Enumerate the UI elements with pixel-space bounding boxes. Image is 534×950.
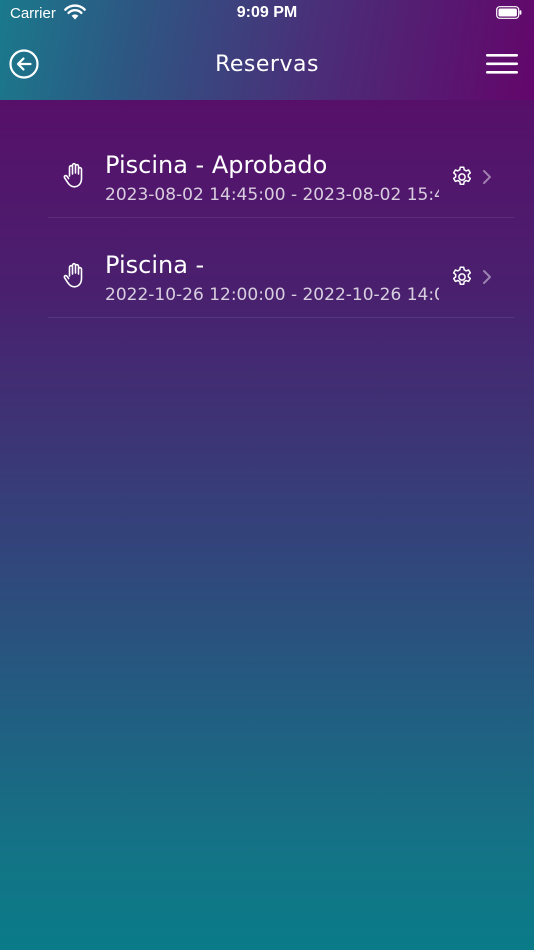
hand-icon: [63, 262, 83, 288]
chevron-right-icon: [483, 170, 491, 184]
navigation-bar: Carrier 9:09 PM Reservas: [0, 0, 534, 100]
reservation-row[interactable]: Piscina - 2022-10-26 12:00:00 - 2022-10-…: [0, 218, 534, 318]
reservations-list: Piscina - Aprobado 2023-08-02 14:45:00 -…: [0, 118, 534, 318]
gear-icon[interactable]: [450, 265, 474, 289]
status-time: 9:09 PM: [236, 4, 298, 21]
reservation-dates: 2022-10-26 12:00:00 - 2022-10-26 14:00:0…: [105, 285, 439, 305]
chevron-right-icon: [483, 270, 491, 284]
hand-icon: [63, 162, 83, 188]
hamburger-menu-icon: [486, 54, 518, 74]
reservation-title: Piscina - Aprobado: [105, 151, 328, 179]
gear-icon[interactable]: [450, 165, 474, 189]
status-bar: Carrier 9:09 PM: [0, 0, 534, 28]
menu-button[interactable]: [486, 53, 518, 75]
reservation-dates: 2023-08-02 14:45:00 - 2023-08-02 15:43:0…: [105, 185, 439, 205]
row-divider: [48, 317, 514, 318]
battery-icon: [496, 6, 522, 19]
reservation-title: Piscina -: [105, 251, 205, 279]
page-title: Reservas: [215, 52, 319, 77]
reservation-row[interactable]: Piscina - Aprobado 2023-08-02 14:45:00 -…: [0, 118, 534, 218]
